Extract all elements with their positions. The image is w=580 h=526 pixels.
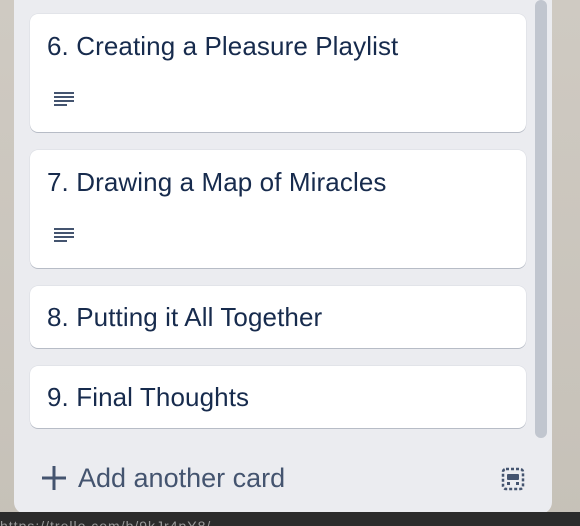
description-icon — [54, 228, 74, 242]
add-card-label: Add another card — [78, 462, 286, 493]
card-title: 7. Drawing a Map of Miracles — [47, 167, 387, 197]
status-bar-text: https://trello.com/b/9kJr4pY8/... — [0, 518, 226, 526]
card-title: 9. Final Thoughts — [47, 382, 250, 412]
card-title: 6. Creating a Pleasure Playlist — [47, 31, 399, 61]
card-creating-pleasure-playlist[interactable]: 6. Creating a Pleasure Playlist — [30, 14, 526, 132]
card-drawing-map-of-miracles[interactable]: 7. Drawing a Map of Miracles — [30, 150, 526, 268]
card-title: 8. Putting it All Together — [47, 302, 323, 332]
add-card-button[interactable]: Add another card — [40, 454, 460, 502]
scrollbar-thumb[interactable] — [535, 0, 547, 438]
description-icon — [54, 92, 74, 106]
card-putting-it-all-together[interactable]: 8. Putting it All Together — [30, 286, 526, 348]
status-bar: https://trello.com/b/9kJr4pY8/... — [0, 512, 580, 526]
card-final-thoughts[interactable]: 9. Final Thoughts — [30, 366, 526, 428]
card-template-icon[interactable] — [496, 462, 530, 496]
list-column: 6. Creating a Pleasure Playlist 7. Drawi… — [14, 0, 552, 514]
plus-icon — [42, 466, 66, 490]
